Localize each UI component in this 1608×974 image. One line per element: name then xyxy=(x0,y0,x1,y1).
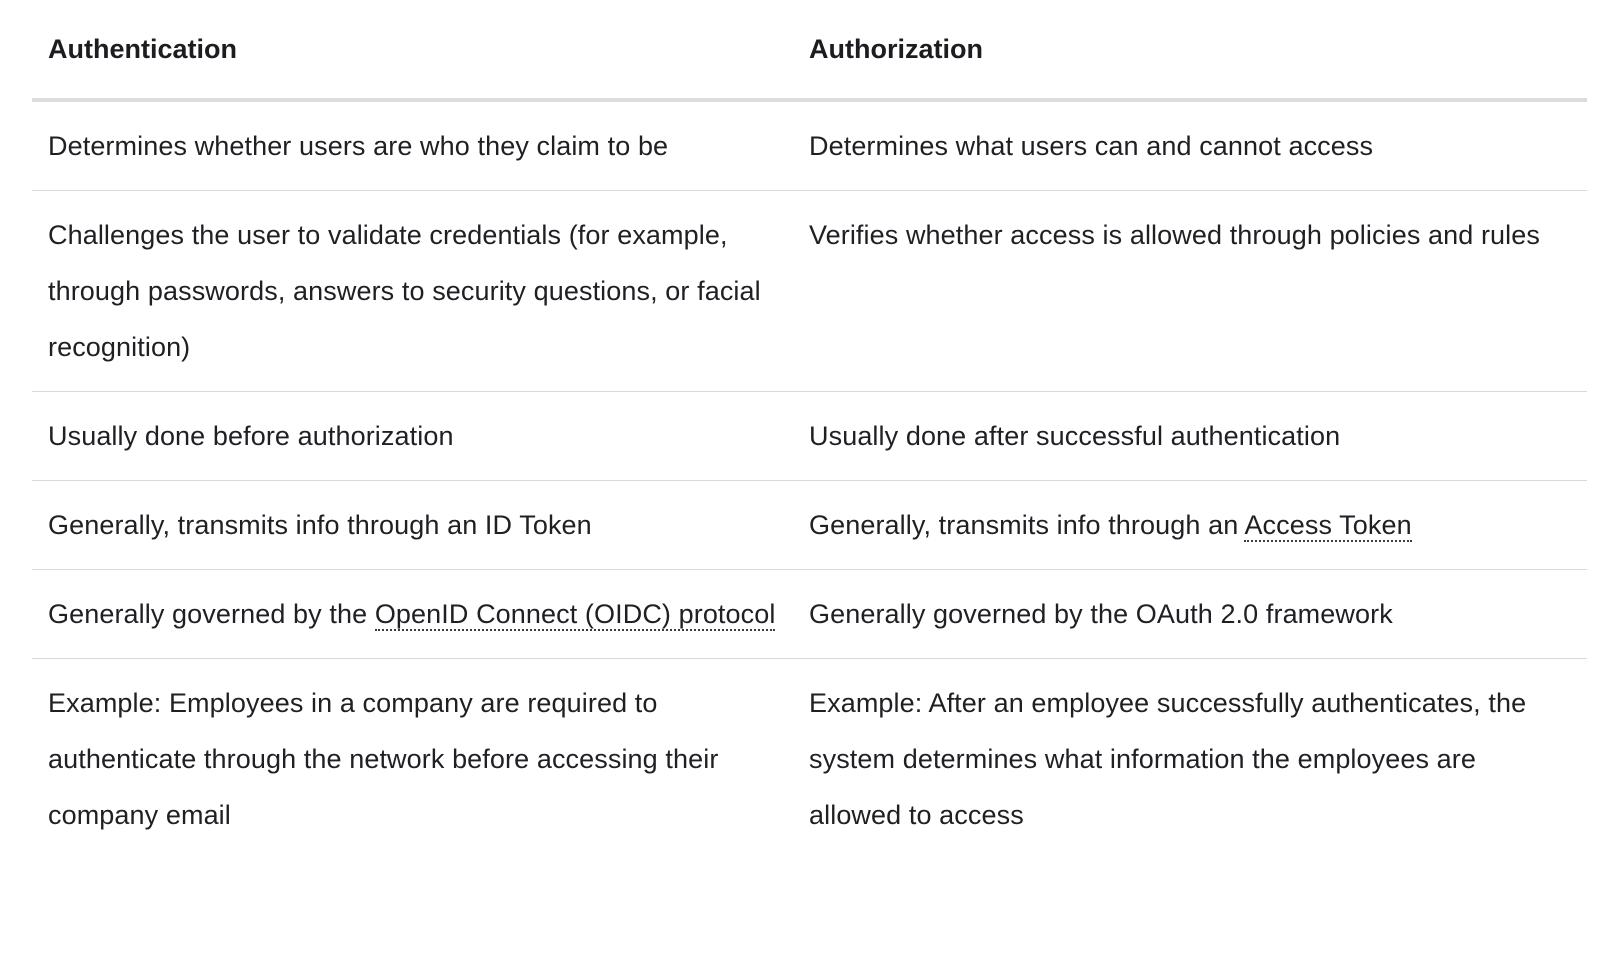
table-row: Generally governed by the OpenID Connect… xyxy=(32,569,1587,659)
table-row: Generally, transmits info through an ID … xyxy=(32,480,1587,570)
cell-authentication: Challenges the user to validate credenti… xyxy=(32,190,793,392)
table-row: Example: Employees in a company are requ… xyxy=(32,659,1587,860)
table-row: Usually done before authorization Usuall… xyxy=(32,391,1587,481)
cell-text: Generally governed by the xyxy=(48,599,375,629)
cell-authorization: Usually done after successful authentica… xyxy=(793,391,1587,481)
cell-authorization: Verifies whether access is allowed throu… xyxy=(793,190,1587,392)
cell-authentication: Example: Employees in a company are requ… xyxy=(48,688,719,830)
oidc-protocol-link[interactable]: OpenID Connect (OIDC) protocol xyxy=(374,599,776,631)
table-header: Authentication Authorization xyxy=(32,0,1587,102)
cell-authentication: Determines whether users are who they cl… xyxy=(32,100,793,191)
cell-authentication: Generally governed by the OpenID Connect… xyxy=(32,569,793,659)
cell-authentication: Usually done before authorization xyxy=(32,391,793,481)
comparison-table-container: Authentication Authorization Determines … xyxy=(32,0,1587,859)
table-body: Determines whether users are who they cl… xyxy=(32,100,1587,859)
cell-authorization: Generally, transmits info through an Acc… xyxy=(793,480,1587,570)
cell-authentication: Generally, transmits info through an ID … xyxy=(32,480,793,570)
table-row: Determines whether users are who they cl… xyxy=(32,100,1587,191)
header-row: Authentication Authorization xyxy=(32,0,1587,102)
cell-text: Generally, transmits info through an xyxy=(809,510,1245,540)
cell-authorization: Generally governed by the OAuth 2.0 fram… xyxy=(793,569,1587,659)
authn-vs-authz-table: Authentication Authorization Determines … xyxy=(32,0,1587,859)
cell-authorization: Determines what users can and cannot acc… xyxy=(793,100,1587,191)
table-row: Challenges the user to validate credenti… xyxy=(32,190,1587,392)
header-authorization: Authorization xyxy=(793,0,1587,102)
cell-authorization: Example: After an employee successfully … xyxy=(809,688,1527,830)
header-authentication: Authentication xyxy=(32,0,793,102)
access-token-link[interactable]: Access Token xyxy=(1244,510,1412,542)
